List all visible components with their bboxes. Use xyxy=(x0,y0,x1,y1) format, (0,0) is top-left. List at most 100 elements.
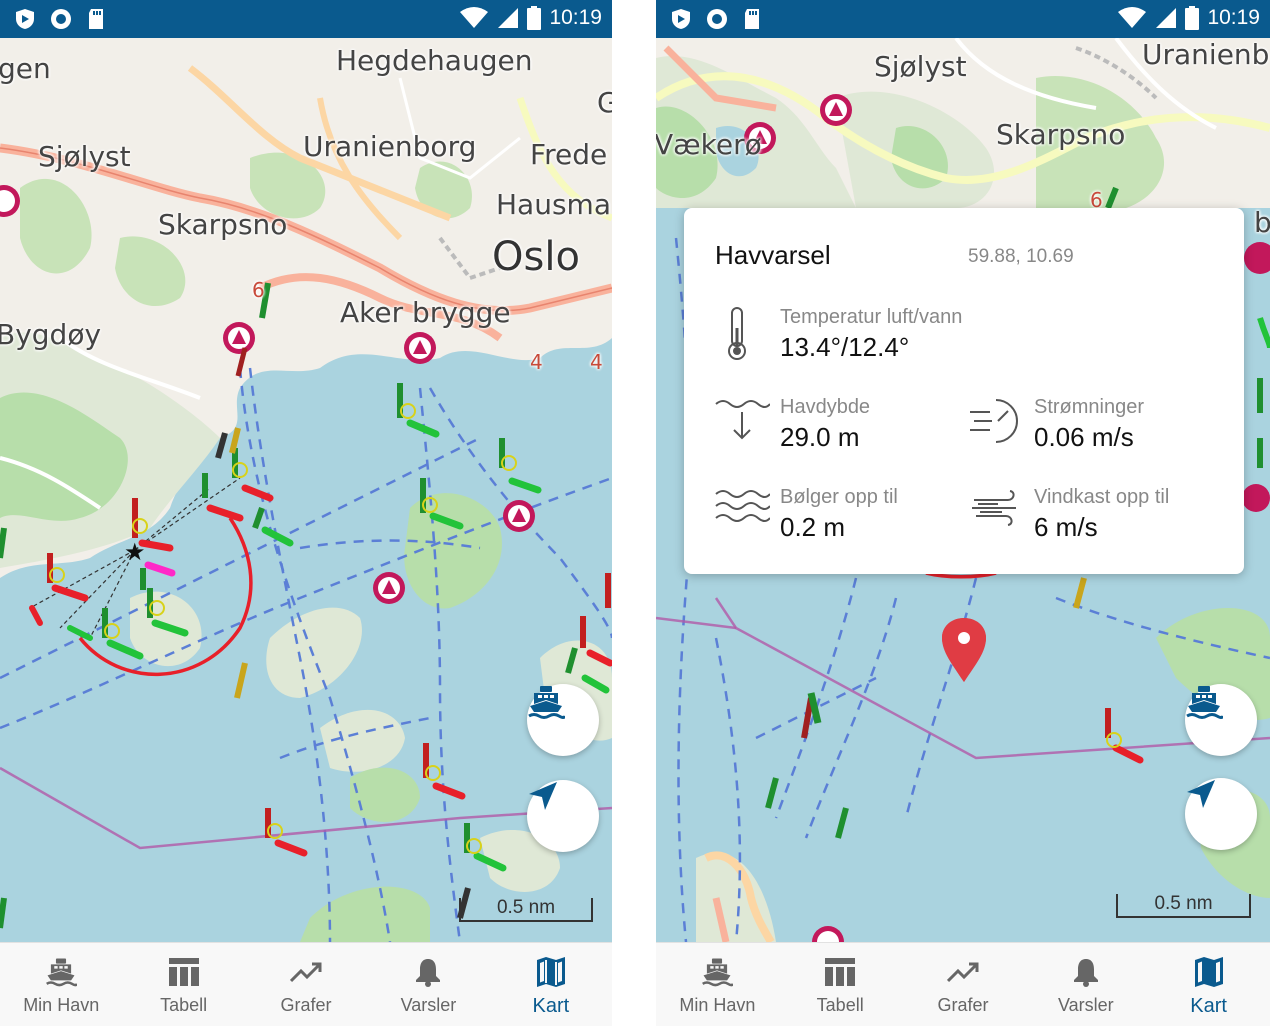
battery-icon xyxy=(1185,6,1200,30)
record-notification-icon xyxy=(51,9,71,29)
metric-currents: Strømninger 0.06 m/s xyxy=(968,396,1238,456)
forecast-title: Havvarsel xyxy=(715,240,831,270)
metric-gusts: Vindkast opp til 6 m/s xyxy=(968,486,1238,546)
currents-label: Strømninger xyxy=(1034,396,1145,418)
status-bar: 10:19 xyxy=(0,0,612,38)
battery-icon xyxy=(527,6,542,30)
wind-icon xyxy=(972,490,1016,526)
ferry-icon xyxy=(528,686,565,719)
sd-card-icon xyxy=(89,9,103,29)
locate-me-button[interactable] xyxy=(527,780,599,852)
metric-temperature: Temperatur luft/vann 13.4°/12.4° xyxy=(714,306,1014,366)
forecast-coordinates: 59.88, 10.69 xyxy=(968,246,1074,267)
map-label-aker-brygge: Aker brygge xyxy=(340,296,511,329)
map-label-sjolyst: Sjølyst xyxy=(874,50,967,83)
ocean-forecast-card[interactable]: Havvarsel 59.88, 10.69 Temperatur luft/v… xyxy=(684,208,1244,574)
nav-item-grafer[interactable]: Grafer xyxy=(245,943,367,1026)
metric-waves: Bølger opp til 0.2 m xyxy=(714,486,954,546)
waves-value: 0.2 m xyxy=(780,512,846,542)
map-label-oslo: Oslo xyxy=(492,234,580,280)
wifi-icon xyxy=(460,7,489,28)
trend-icon xyxy=(946,962,979,983)
nav-label: Tabell xyxy=(816,995,864,1015)
map-label-frede: Frede xyxy=(530,138,608,171)
nav-label: Kart xyxy=(1190,995,1227,1017)
map-label-skarpsno: Skarpsno xyxy=(158,208,288,241)
depth-icon xyxy=(715,400,770,440)
map-icon xyxy=(1194,957,1223,987)
metric-depth: Havdybde 29.0 m xyxy=(714,396,954,456)
bell-icon xyxy=(416,959,441,987)
locate-me-button[interactable] xyxy=(1185,778,1257,850)
sd-card-icon xyxy=(745,9,759,29)
depth-value: 29.0 m xyxy=(780,422,860,452)
nav-item-kart[interactable]: Kart xyxy=(490,943,612,1026)
ferry-icon xyxy=(46,958,78,987)
road-number-4b: 4 xyxy=(590,350,603,374)
nav-item-tabell[interactable]: Tabell xyxy=(779,943,902,1026)
map-label-uranienb: Uranienb xyxy=(1142,38,1270,71)
map-scale-bar: 0.5 nm xyxy=(1116,894,1251,918)
ferry-fab-button[interactable] xyxy=(1185,684,1257,756)
trend-icon xyxy=(290,962,322,983)
current-speed-icon xyxy=(970,399,1018,443)
map-label-gen: gen xyxy=(0,52,51,85)
signal-icon xyxy=(498,8,519,28)
status-time: 10:19 xyxy=(549,6,602,29)
gusts-value: 6 m/s xyxy=(1034,512,1098,542)
map-label-hegdehaugen: Hegdehaugen xyxy=(336,44,533,77)
waves-label: Bølger opp til xyxy=(780,486,898,508)
nav-item-kart[interactable]: Kart xyxy=(1147,943,1270,1026)
wifi-icon xyxy=(1118,7,1147,28)
thermometer-icon xyxy=(728,307,746,360)
navigation-arrow-icon xyxy=(529,782,557,810)
map-scale-label: 0.5 nm xyxy=(1154,893,1213,914)
nav-item-varsler[interactable]: Varsler xyxy=(1024,943,1147,1026)
nav-item-grafer[interactable]: Grafer xyxy=(902,943,1025,1026)
status-bar: 10:19 xyxy=(656,0,1270,38)
signal-icon xyxy=(1156,8,1177,28)
map-label-sjolyst: Sjølyst xyxy=(38,140,131,173)
gusts-label: Vindkast opp til xyxy=(1034,486,1170,508)
nav-label: Min Havn xyxy=(23,995,100,1015)
navigation-arrow-icon xyxy=(1187,780,1215,808)
nav-label: Varsler xyxy=(1057,995,1114,1015)
map-label-b: b xyxy=(1254,206,1270,239)
temperature-label: Temperatur luft/vann xyxy=(780,306,963,328)
nautical-map[interactable]: ★ Hegdehaugen gen G Uranienborg Frede Sj… xyxy=(0,38,612,942)
map-label-uranienborg: Uranienborg xyxy=(303,130,477,163)
nav-label: Varsler xyxy=(400,995,457,1015)
currents-value: 0.06 m/s xyxy=(1034,422,1134,452)
map-label-g: G xyxy=(597,86,612,119)
nav-label: Tabell xyxy=(160,995,208,1015)
nav-label: Grafer xyxy=(937,995,989,1015)
map-scale-label: 0.5 nm xyxy=(496,897,556,918)
nav-label: Min Havn xyxy=(679,995,756,1015)
map-label-skarpsno: Skarpsno xyxy=(996,118,1126,151)
shield-notification-icon xyxy=(16,9,34,29)
record-notification-icon xyxy=(707,9,727,29)
depth-label: Havdybde xyxy=(780,396,871,418)
nav-item-varsler[interactable]: Varsler xyxy=(367,943,489,1026)
map-scale-bar: 0.5 nm xyxy=(459,898,593,922)
status-time: 10:19 xyxy=(1207,6,1260,29)
table-icon xyxy=(168,958,199,986)
table-icon xyxy=(825,958,856,986)
phone-screen-left: 10:19 ★ Hegdehaugen gen G Uranienborg Fr… xyxy=(0,0,612,1026)
nav-item-min-havn[interactable]: Min Havn xyxy=(0,943,122,1026)
nav-item-min-havn[interactable]: Min Havn xyxy=(656,943,779,1026)
road-number-4a: 4 xyxy=(530,350,543,374)
nav-item-tabell[interactable]: Tabell xyxy=(122,943,244,1026)
map-icon xyxy=(536,957,565,987)
bottom-navigation: Min Havn Tabell Grafer Varsler Kart xyxy=(0,942,612,1026)
ferry-icon xyxy=(702,958,734,987)
waves-icon xyxy=(715,490,770,522)
bottom-navigation: Min Havn Tabell Grafer Varsler Kart xyxy=(656,942,1270,1026)
bell-icon xyxy=(1073,959,1098,987)
ferry-fab-button[interactable] xyxy=(527,684,599,756)
ferry-icon xyxy=(1186,686,1223,719)
map-label-vaekero: Vækerø xyxy=(656,128,762,161)
map-label-hausma: Hausma xyxy=(496,188,611,221)
phone-screen-right: 10:19 Sjølyst Uranienb Skarpsno Vækerø b… xyxy=(656,0,1270,1026)
map-canvas: ★ xyxy=(0,38,612,942)
